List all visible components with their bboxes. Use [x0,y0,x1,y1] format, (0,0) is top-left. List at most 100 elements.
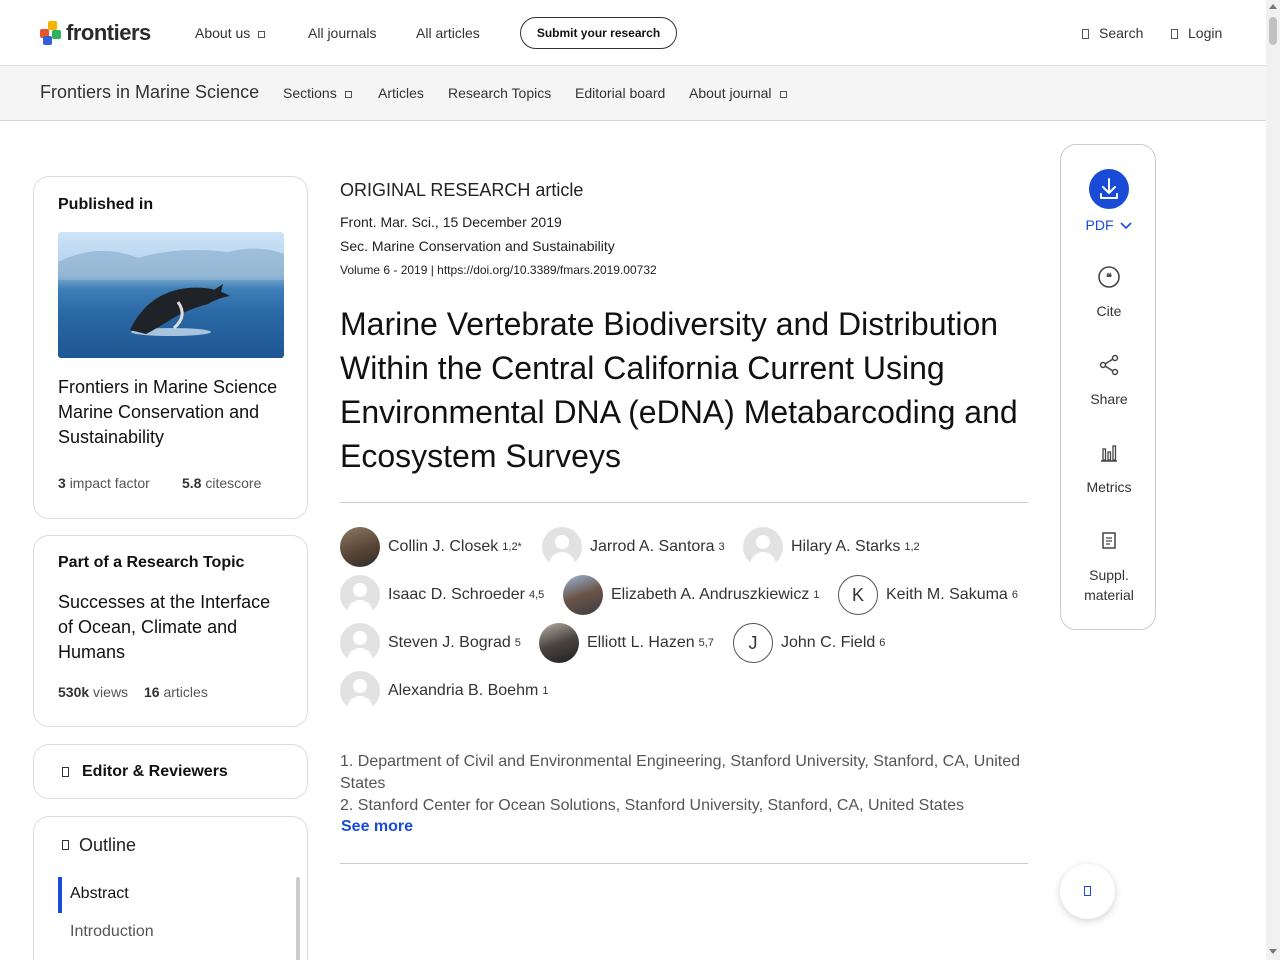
author-item[interactable]: J John C. Field 6 [733,623,885,663]
chevron-down-icon [1120,222,1133,230]
nav-about-us[interactable]: About us [195,25,266,41]
author-affiliation-sup: 5,7 [698,637,714,649]
avatar-placeholder-icon [340,575,380,615]
outline-item-abstract[interactable]: Abstract [70,885,129,903]
author-affiliation-sup: 3 [718,541,725,553]
frontiers-logo[interactable]: frontiers [40,20,151,46]
floating-action-button[interactable] [1060,864,1115,919]
research-topic-card: Part of a Research Topic Successes at th… [33,535,308,727]
submit-research-button[interactable]: Submit your research [520,17,677,49]
journal-date: Front. Mar. Sci., 15 December 2019 [340,214,562,230]
download-pdf-button[interactable] [1089,169,1129,209]
avatar-placeholder-icon [542,527,582,567]
nav-all-articles[interactable]: All articles [416,25,480,41]
impact-factor-stat: 3 impact factor [58,475,150,491]
metrics-label[interactable]: Metrics [1061,477,1157,497]
author-item[interactable]: Steven J. Bograd 5 [340,623,521,663]
nav-research-topics[interactable]: Research Topics [448,85,551,101]
author-name: Alexandria B. Boehm [388,682,539,699]
share-icon[interactable] [1097,353,1121,377]
article-title: Marine Vertebrate Biodiversity and Distr… [340,306,1018,474]
pdf-dropdown[interactable]: PDF [1061,215,1157,235]
author-item[interactable]: K Keith M. Sakuma 6 [838,575,1018,615]
affiliation-1: 1. Department of Civil and Environmental… [340,753,1021,792]
author-item[interactable]: Collin J. Closek 1,2* [340,527,522,567]
cite-icon[interactable]: ❝ [1097,265,1121,289]
author-item[interactable]: Elizabeth A. Andruszkiewicz 1 [563,575,819,615]
nav-articles[interactable]: Articles [378,85,424,101]
author-name: Steven J. Bograd [388,634,511,651]
author-name: Keith M. Sakuma [886,586,1008,603]
citescore-label: citescore [205,475,262,491]
views-label: views [93,684,129,700]
avatar-placeholder-icon [340,671,380,711]
suppl-label-line-2: material [1084,587,1134,603]
see-more-link[interactable]: See more [341,818,413,836]
author-name: Isaac D. Schroeder [388,586,525,603]
research-topic-line-3: Humans [58,642,126,662]
author-affiliation-sup: 6 [879,637,886,649]
login-label: Login [1188,25,1223,41]
journal-line-3: Sustainability [58,427,165,447]
research-topic-link[interactable]: Successes at the Interface of Ocean, Cli… [58,590,298,665]
views-stat: 530k views [58,684,128,700]
author-name: John C. Field [781,634,876,651]
author-photo [539,623,579,663]
journal-name-link[interactable]: Frontiers in Marine Science [40,82,259,103]
svg-text:❝: ❝ [1106,272,1112,284]
nav-about-journal[interactable]: About journal [689,85,787,101]
author-item[interactable]: Jarrod A. Santora 3 [542,527,725,567]
scroll-up-arrow-icon[interactable] [1269,4,1277,9]
published-in-title: Published in [58,196,154,213]
chevron-down-icon [258,30,266,38]
journal-cover-image[interactable] [58,232,284,358]
impact-factor-value: 3 [58,475,66,491]
page-scrollbar[interactable] [1266,0,1280,960]
list-icon [62,840,69,850]
journal-link[interactable]: Frontiers in Marine Science Marine Conse… [58,375,298,450]
nav-about-us-label: About us [195,25,251,41]
research-topic-line-2: of Ocean, Climate and [58,617,238,637]
nav-about-journal-label: About journal [689,85,772,101]
frontiers-logo-icon [40,21,62,45]
chevron-down-icon [779,90,787,98]
citescore-stat: 5.8 citescore [182,475,261,491]
author-item[interactable]: Alexandria B. Boehm 1 [340,671,548,711]
divider [340,502,1028,503]
supplementary-material-link[interactable]: Suppl. material [1061,565,1157,605]
articles-value: 16 [144,684,160,700]
login-button[interactable]: Login [1171,25,1222,41]
scrollbar-thumb[interactable] [1269,17,1277,45]
search-icon [1082,29,1089,40]
document-icon[interactable] [1097,529,1121,553]
author-item[interactable]: Elliott L. Hazen 5,7 [539,623,714,663]
author-affiliation-sup: 1 [542,685,549,697]
outline-title: Outline [79,835,137,855]
nav-sections[interactable]: Sections [283,85,352,101]
download-icon [1100,178,1118,199]
impact-factor-label: impact factor [69,475,150,491]
nav-all-journals[interactable]: All journals [308,25,376,41]
author-name: Elliott L. Hazen [587,634,695,651]
scroll-down-arrow-icon[interactable] [1269,949,1277,954]
author-initial-avatar: J [733,623,773,663]
outline-active-indicator [58,877,62,913]
author-item[interactable]: Isaac D. Schroeder 4,5 [340,575,544,615]
author-name: Elizabeth A. Andruszkiewicz [611,586,810,603]
article-section[interactable]: Sec. Marine Conservation and Sustainabil… [340,238,615,254]
author-item[interactable]: Hilary A. Starks 1,2 [743,527,920,567]
scroll-top-icon [1084,886,1091,896]
search-button[interactable]: Search [1082,25,1143,41]
outline-item-introduction[interactable]: Introduction [70,923,154,941]
articles-stat: 16 articles [144,684,208,700]
cite-label[interactable]: Cite [1061,301,1157,321]
editor-reviewers-card[interactable]: Editor & Reviewers [33,744,308,799]
volume-doi[interactable]: Volume 6 - 2019 | https://doi.org/10.338… [340,263,657,277]
outline-scrollbar[interactable] [296,877,300,960]
editor-reviewers-title: Editor & Reviewers [82,763,228,780]
metrics-icon[interactable] [1097,441,1121,465]
share-label[interactable]: Share [1061,389,1157,409]
nav-editorial-board[interactable]: Editorial board [575,85,665,101]
articles-label: articles [163,684,208,700]
pdf-label: PDF [1085,217,1114,233]
